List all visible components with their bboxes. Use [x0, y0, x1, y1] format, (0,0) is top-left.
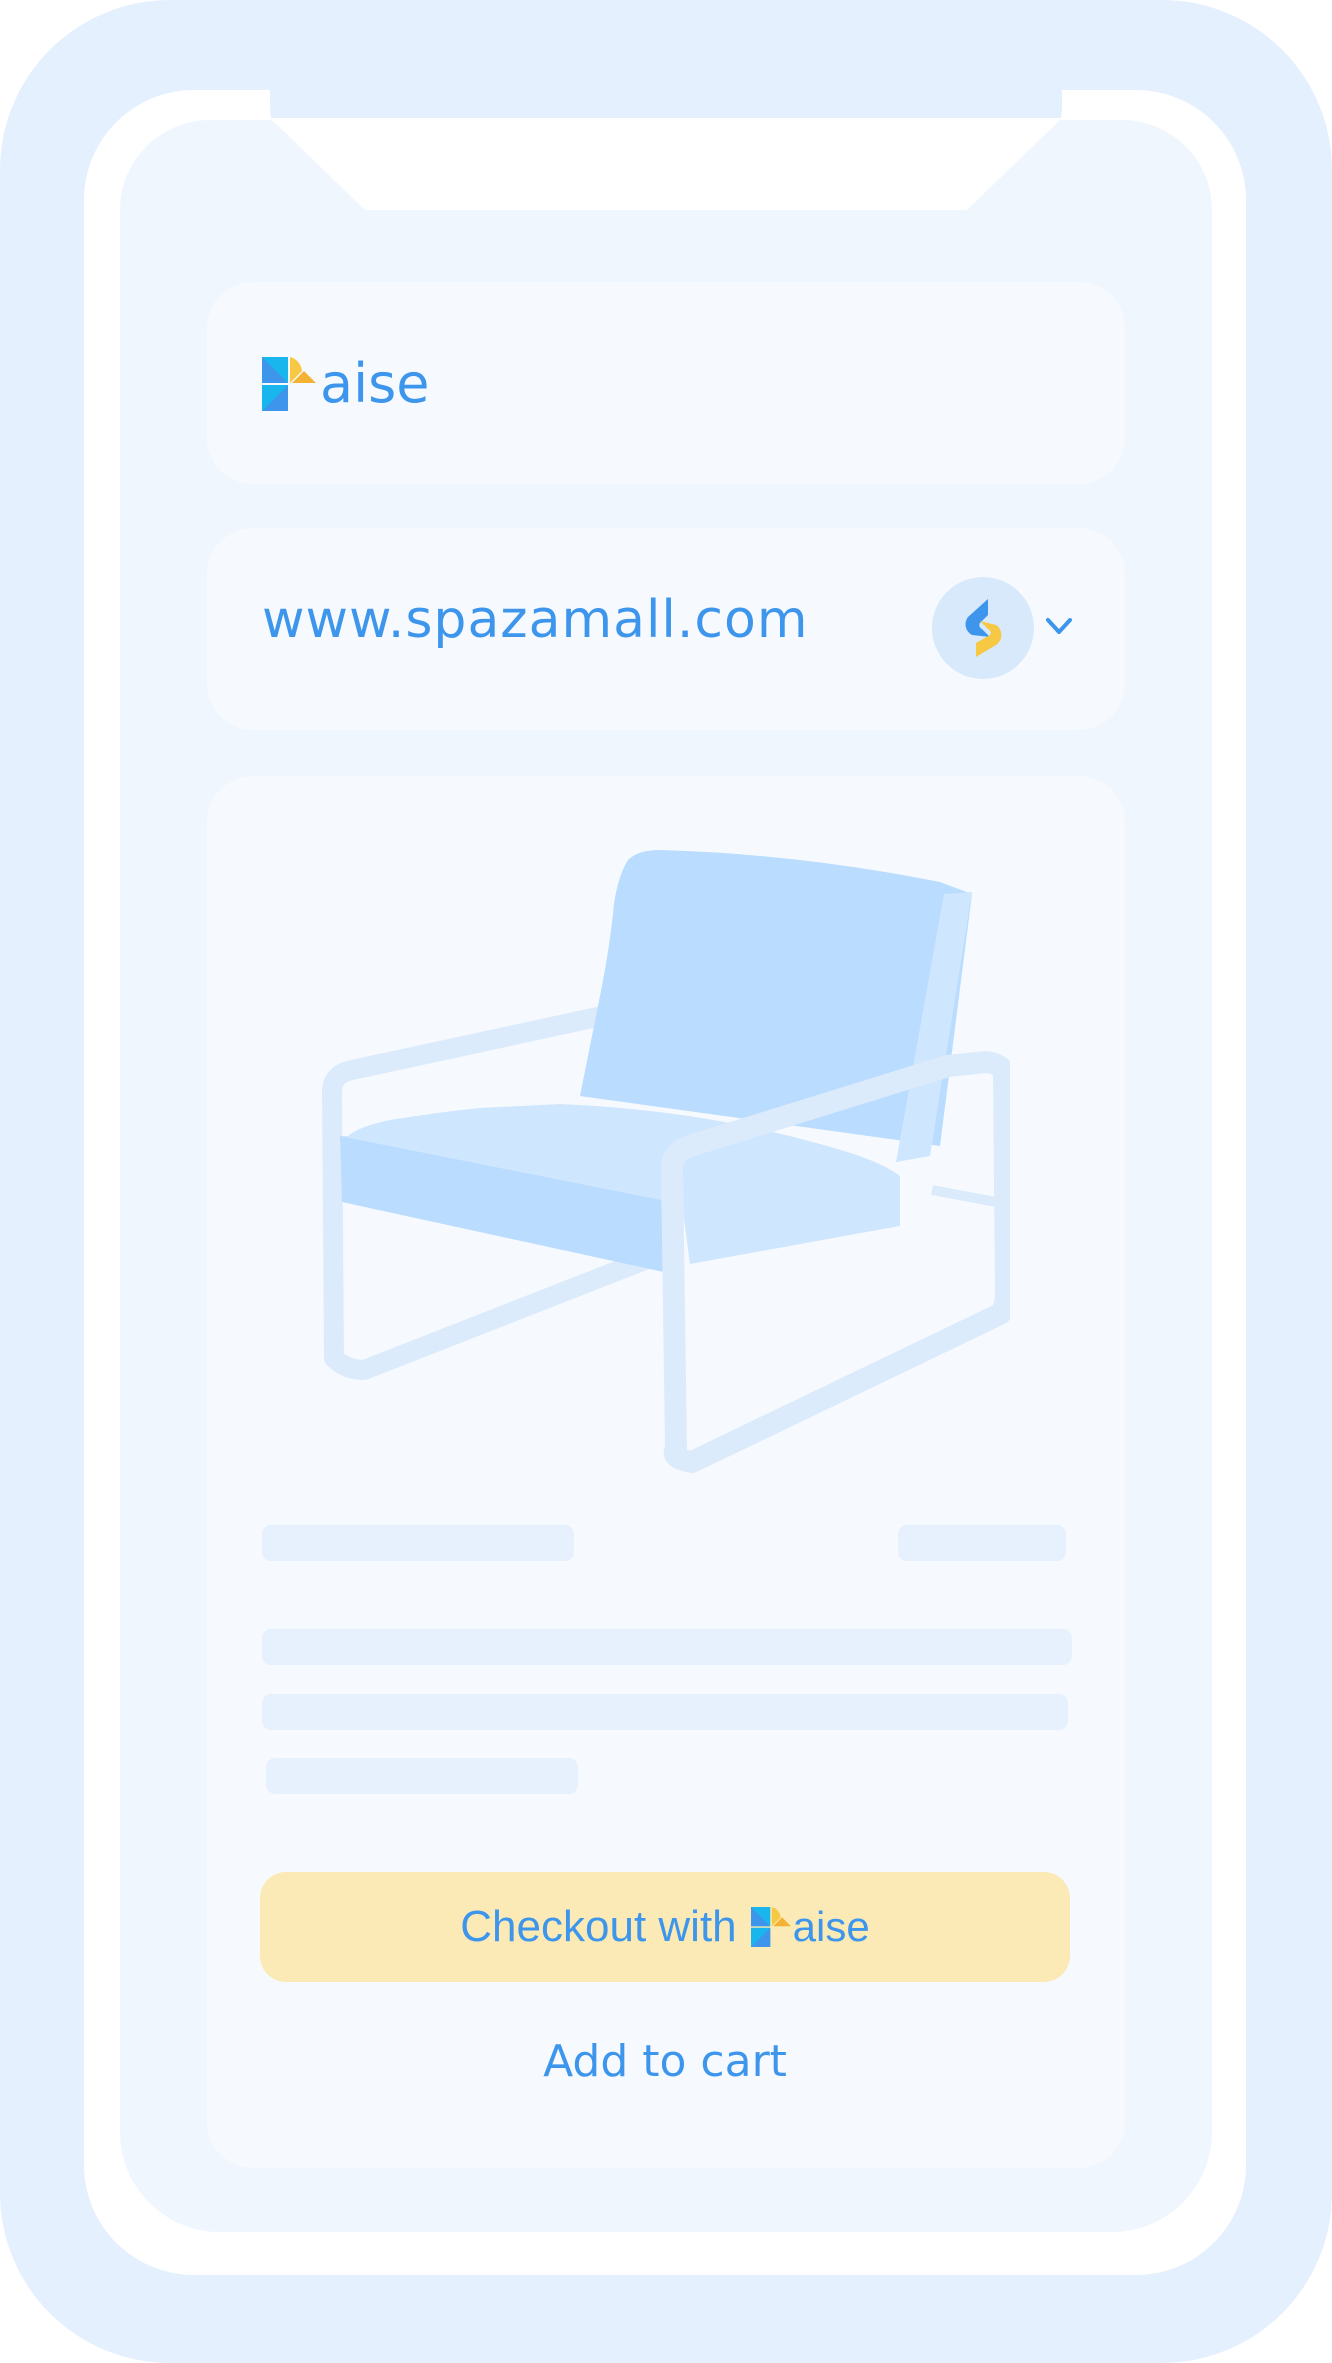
chevron-down-icon[interactable] [1044, 614, 1074, 638]
product-title-placeholder [262, 1525, 574, 1561]
spazamall-logo-icon [965, 599, 1002, 657]
description-line [262, 1629, 1072, 1665]
store-badge[interactable] [932, 577, 1034, 679]
armchair-image [322, 850, 1010, 1473]
product-price-placeholder [898, 1525, 1066, 1561]
paise-logo-word: aise [320, 352, 430, 415]
checkout-with-paise-button[interactable]: Checkout with aise [260, 1872, 1070, 1982]
paise-logo-mark-icon [750, 1907, 791, 1947]
paise-logo: aise [262, 356, 429, 412]
checkout-label: Checkout with [460, 1902, 737, 1951]
screen-notch [270, 118, 1062, 210]
paise-logo-mark-icon [262, 357, 316, 411]
description-line [266, 1758, 578, 1794]
paise-logo-small: aise [750, 1903, 870, 1951]
paise-logo-word: aise [792, 1903, 870, 1950]
description-line [262, 1694, 1068, 1730]
url-text[interactable]: www.spazamall.com [262, 590, 808, 650]
add-to-cart-button[interactable]: Add to cart [500, 2032, 830, 2092]
